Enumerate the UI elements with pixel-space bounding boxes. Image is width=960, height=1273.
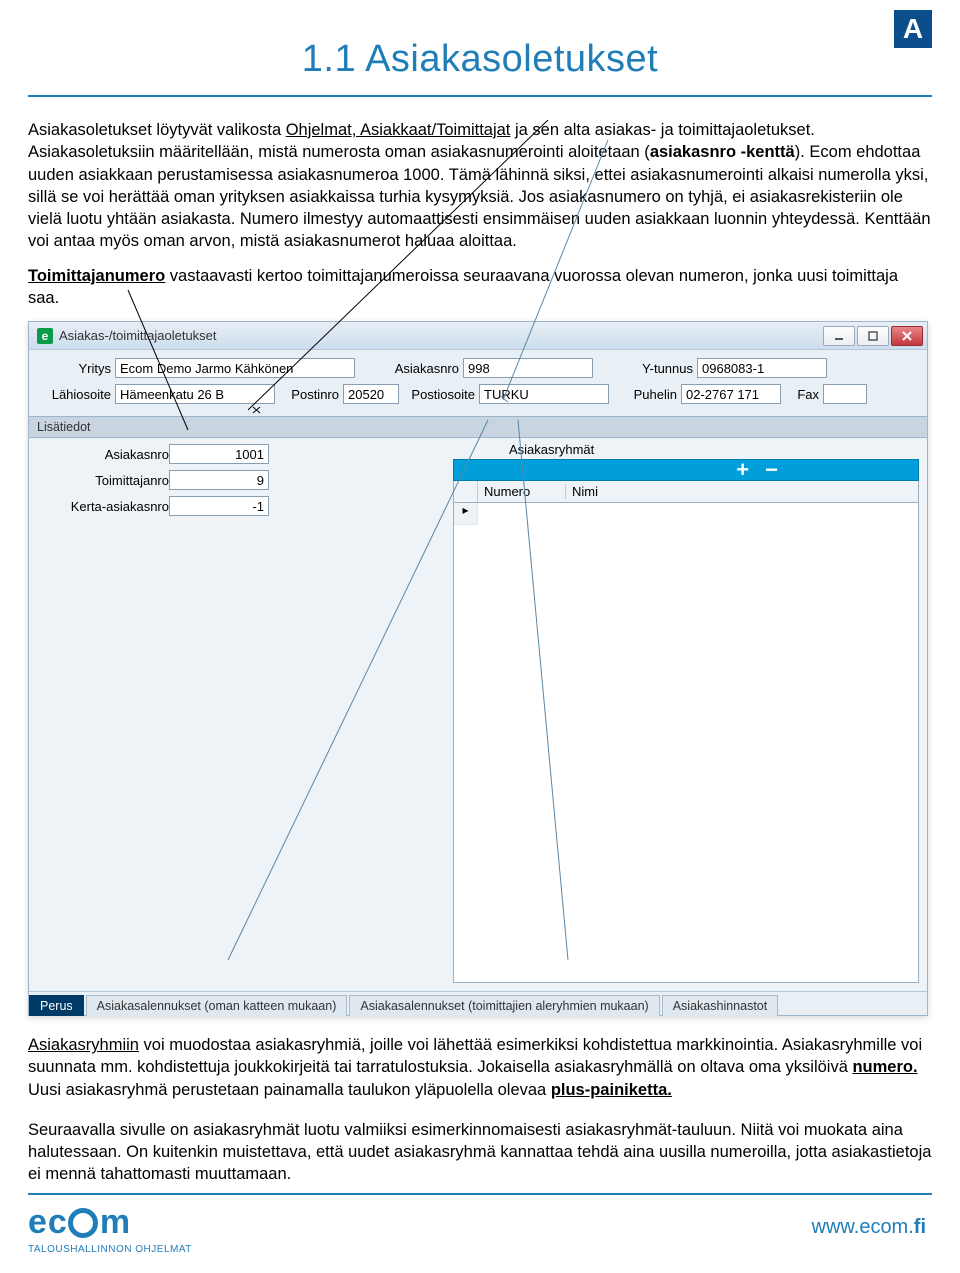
p1-bold: asiakasnro -kenttä [650, 143, 795, 161]
minus-button[interactable]: − [765, 459, 778, 481]
url-domain: www.ecom. [812, 1216, 914, 1238]
page-title: 1.1 Asiakasoletukset [28, 38, 932, 81]
footer-tagline: TALOUSHALLINNON OHJELMAT [28, 1244, 192, 1255]
logo-ring-icon [68, 1208, 98, 1238]
ytunnus-label: Y-tunnus [597, 361, 693, 376]
logo-text-m: m [100, 1203, 129, 1242]
maximize-button[interactable] [857, 326, 889, 346]
tab-hinnastot[interactable]: Asiakashinnastot [662, 995, 779, 1016]
asiakasryhmat-label: Asiakasryhmät [453, 440, 919, 459]
window-titlebar: e Asiakas-/toimittajaoletukset [29, 322, 927, 350]
paragraph-3: Asiakasryhmiin voi muodostaa asiakasryhm… [28, 1034, 932, 1101]
grid-body[interactable]: ▸ [453, 503, 919, 983]
col-nimi[interactable]: Nimi [566, 484, 918, 499]
right-column: Asiakasryhmät + − Numero Nimi ▸ [449, 438, 927, 991]
left-toimittajanro-label: Toimittajanro [39, 473, 169, 488]
bottom-tabstrip: Perus Asiakasalennukset (oman katteen mu… [29, 991, 927, 1015]
app-window: e Asiakas-/toimittajaoletukset Yritys Ec… [28, 321, 928, 1016]
tab-perus[interactable]: Perus [29, 995, 84, 1016]
yritys-field[interactable]: Ecom Demo Jarmo Kähkönen [115, 358, 355, 378]
left-toimittajanro-field[interactable]: 9 [169, 470, 269, 490]
left-asiakasnro-label: Asiakasnro [39, 447, 169, 462]
puhelin-field[interactable]: 02-2767 171 [681, 384, 781, 404]
lahiosoite-label: Lähiosoite [39, 387, 111, 402]
ytunnus-field[interactable]: 0968083-1 [697, 358, 827, 378]
p3-plus: plus-painiketta. [551, 1081, 672, 1099]
left-column: Asiakasnro 1001 Toimittajanro 9 Kerta-as… [29, 438, 449, 991]
logo-text-c: c [48, 1203, 66, 1242]
left-kerta-field[interactable]: -1 [169, 496, 269, 516]
p1-text-a: Asiakasoletukset löytyvät valikosta [28, 121, 286, 139]
postiosoite-label: Postiosoite [403, 387, 475, 402]
yritys-label: Yritys [39, 361, 111, 376]
grid-header: Numero Nimi [453, 481, 919, 503]
left-kerta-label: Kerta-asiakasnro [39, 499, 169, 514]
puhelin-label: Puhelin [613, 387, 677, 402]
asiakasnro-field[interactable]: 998 [463, 358, 593, 378]
form-header-area: Yritys Ecom Demo Jarmo Kähkönen Asiakasn… [29, 350, 927, 416]
close-button[interactable] [891, 326, 923, 346]
minimize-button[interactable] [823, 326, 855, 346]
footer-url: www.ecom.fi [812, 1216, 926, 1239]
tab-lisatiedot[interactable]: Lisätiedot [29, 416, 927, 438]
title-divider [28, 95, 932, 97]
fax-label: Fax [785, 387, 819, 402]
p2-bold: Toimittajanumero [28, 267, 165, 285]
p1-link: Ohjelmat, Asiakkaat/Toimittajat [286, 121, 511, 139]
left-asiakasnro-field[interactable]: 1001 [169, 444, 269, 464]
postinro-label: Postinro [279, 387, 339, 402]
row-marker-icon: ▸ [454, 503, 478, 525]
asiakasnro-label: Asiakasnro [359, 361, 459, 376]
postiosoite-field[interactable]: TURKU [479, 384, 609, 404]
app-icon: e [37, 328, 53, 344]
col-numero[interactable]: Numero [478, 484, 566, 499]
url-tld: fi [914, 1216, 926, 1238]
fax-field[interactable] [823, 384, 867, 404]
groups-toolbar: + − [453, 459, 919, 481]
plus-button[interactable]: + [736, 459, 749, 481]
tab-alennus-toimittaja[interactable]: Asiakasalennukset (toimittajien aleryhmi… [349, 995, 659, 1016]
postinro-field[interactable]: 20520 [343, 384, 399, 404]
p3-a: voi muodostaa asiakasryhmiä, joille voi … [28, 1036, 922, 1076]
section-badge: A [894, 10, 932, 48]
tab-alennus-kate[interactable]: Asiakasalennukset (oman katteen mukaan) [86, 995, 348, 1016]
footer-divider [28, 1193, 932, 1195]
p3-lead: Asiakasryhmiin [28, 1036, 139, 1054]
paragraph-2: Toimittajanumero vastaavasti kertoo toim… [28, 265, 932, 310]
p3-num: numero. [852, 1058, 917, 1076]
paragraph-4: Seuraavalla sivulle on asiakasryhmät luo… [28, 1119, 932, 1186]
paragraph-1: Asiakasoletukset löytyvät valikosta Ohje… [28, 119, 932, 253]
footer-logo: e c m TALOUSHALLINNON OHJELMAT [28, 1203, 192, 1255]
logo-text-e: e [28, 1203, 46, 1242]
window-title: Asiakas-/toimittajaoletukset [59, 328, 823, 343]
p3-b: Uusi asiakasryhmä perustetaan painamalla… [28, 1081, 551, 1099]
lahiosoite-field[interactable]: Hämeenkatu 26 B [115, 384, 275, 404]
